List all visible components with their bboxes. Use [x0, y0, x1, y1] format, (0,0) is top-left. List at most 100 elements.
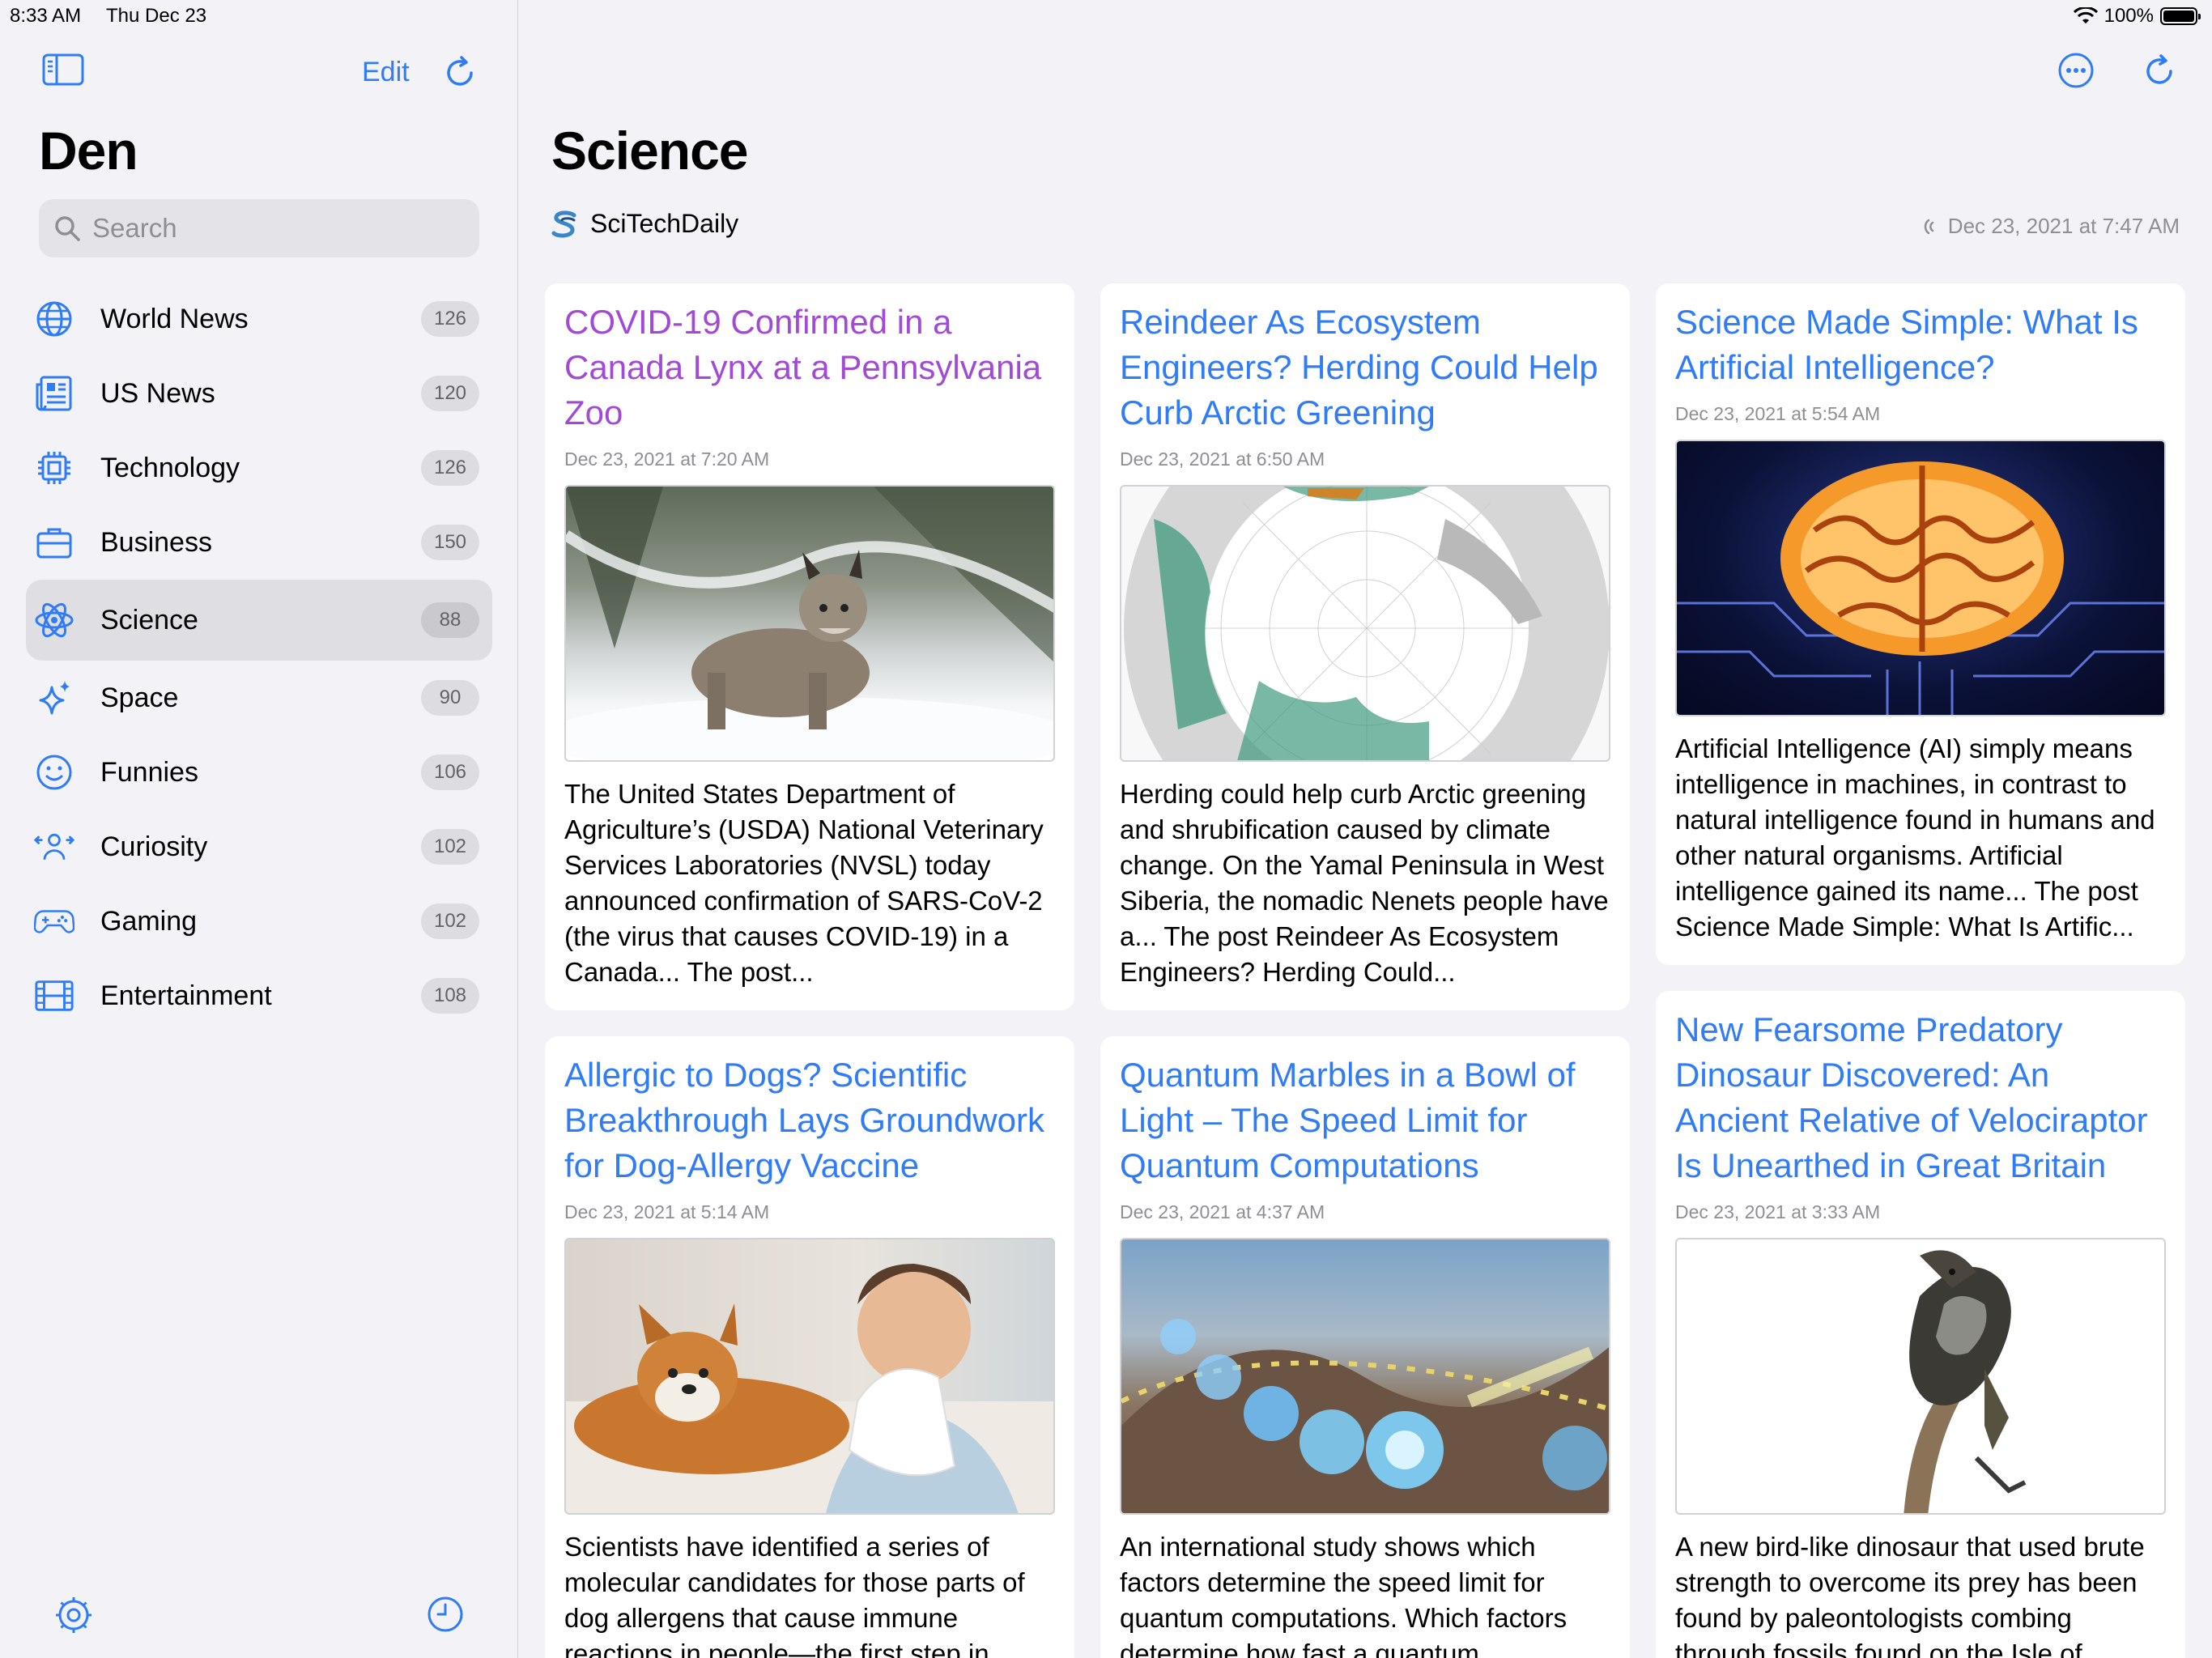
sidebar-item-world-news[interactable]: World News 126: [26, 282, 492, 356]
edit-button[interactable]: Edit: [362, 57, 410, 88]
article-description: Scientists have identified a series of m…: [564, 1532, 1025, 1658]
article-card[interactable]: COVID-19 Confirmed in a Canada Lynx at a…: [545, 283, 1074, 1010]
refresh-icon: [447, 56, 473, 86]
sidebar-nav: World News 126 US News 120 Technology 12…: [26, 282, 492, 1033]
article-image-dinosaur: [1675, 1238, 2166, 1515]
wifi-icon: [2073, 7, 2098, 23]
broadcast-icon: [1924, 219, 1934, 234]
refresh-sidebar-button[interactable]: [442, 53, 478, 96]
article-image-ai-brain: [1675, 440, 2166, 716]
refresh-icon: [2146, 54, 2172, 84]
sidebar-toggle-button[interactable]: [42, 53, 84, 90]
smiley-icon: [34, 752, 74, 793]
battery-icon: [2160, 7, 2201, 25]
article-title[interactable]: Allergic to Dogs? Scientific Breakthroug…: [564, 1052, 1055, 1188]
article-image-quantum-marbles: [1120, 1238, 1610, 1515]
status-time: 8:33 AM: [10, 5, 82, 27]
cpu-icon: [34, 448, 74, 488]
article-card[interactable]: Quantum Marbles in a Bowl of Light – The…: [1100, 1036, 1630, 1658]
search-icon: [55, 216, 80, 241]
article-date: Dec 23, 2021 at 3:33 AM: [1675, 1201, 1881, 1222]
sidebar-item-us-news[interactable]: US News 120: [26, 356, 492, 431]
article-description: The United States Department of Agricult…: [564, 779, 1044, 987]
status-right: 100%: [2073, 5, 2201, 28]
article-date: Dec 23, 2021 at 5:54 AM: [1675, 403, 1881, 424]
sidebar-item-label: Gaming: [100, 905, 198, 937]
gamecontroller-icon: [34, 901, 74, 942]
last-updated-text: Dec 23, 2021 at 7:47 AM: [1947, 214, 2180, 238]
sidebar-item-label: Business: [100, 526, 212, 558]
article-date: Dec 23, 2021 at 5:14 AM: [564, 1201, 770, 1222]
unread-count-badge: 88: [421, 602, 479, 638]
article-column-1: COVID-19 Confirmed in a Canada Lynx at a…: [545, 283, 1074, 1658]
unread-count-badge: 126: [421, 301, 479, 337]
article-title[interactable]: Science Made Simple: What Is Artificial …: [1675, 300, 2166, 390]
article-date: Dec 23, 2021 at 7:20 AM: [564, 449, 770, 470]
article-title[interactable]: COVID-19 Confirmed in a Canada Lynx at a…: [564, 300, 1055, 436]
sidebar-item-gaming[interactable]: Gaming 102: [26, 884, 492, 959]
article-column-3: Science Made Simple: What Is Artificial …: [1656, 283, 2185, 1658]
unread-count-badge: 108: [421, 978, 479, 1014]
article-card[interactable]: Science Made Simple: What Is Artificial …: [1656, 283, 2185, 965]
sidebar-toggle-icon: [42, 53, 84, 86]
article-image-arctic-map: [1120, 485, 1610, 762]
article-description: Herding could help curb Arctic greening …: [1120, 779, 1609, 987]
refresh-button[interactable]: [2142, 52, 2177, 95]
sidebar-title: Den: [39, 121, 138, 181]
article-description: A new bird-like dinosaur that used brute…: [1675, 1532, 2145, 1658]
last-updated: Dec 23, 2021 at 7:47 AM: [1922, 214, 2180, 239]
settings-button[interactable]: [53, 1595, 94, 1639]
feed-source-name: SciTechDaily: [590, 209, 739, 238]
sidebar-item-space[interactable]: Space 90: [26, 661, 492, 735]
article-description: Artificial Intelligence (AI) simply mean…: [1675, 733, 2155, 942]
film-icon: [34, 976, 74, 1016]
sidebar-item-funnies[interactable]: Funnies 106: [26, 735, 492, 810]
unread-count-badge: 102: [421, 903, 479, 939]
clock-icon: [428, 1596, 463, 1632]
person-arrows-icon: [34, 827, 74, 867]
unread-count-badge: 90: [421, 680, 479, 716]
unread-count-badge: 106: [421, 755, 479, 790]
unread-count-badge: 150: [421, 525, 479, 560]
sidebar-item-business[interactable]: Business 150: [26, 505, 492, 580]
article-title[interactable]: Quantum Marbles in a Bowl of Light – The…: [1120, 1052, 1610, 1188]
article-title[interactable]: Reindeer As Ecosystem Engineers? Herding…: [1120, 300, 1610, 436]
history-button[interactable]: [426, 1595, 465, 1638]
sidebar: Edit Den World News 126 US News 120 Tech…: [0, 0, 518, 1658]
article-title[interactable]: New Fearsome Predatory Dinosaur Discover…: [1675, 1007, 2166, 1188]
ellipsis-circle-icon: [2058, 53, 2094, 88]
article-card[interactable]: Allergic to Dogs? Scientific Breakthroug…: [545, 1036, 1074, 1658]
sidebar-item-curiosity[interactable]: Curiosity 102: [26, 810, 492, 884]
more-options-button[interactable]: [2057, 52, 2095, 93]
article-card[interactable]: New Fearsome Predatory Dinosaur Discover…: [1656, 991, 2185, 1658]
sidebar-item-label: Technology: [100, 452, 240, 483]
article-date: Dec 23, 2021 at 6:50 AM: [1120, 449, 1325, 470]
atom-icon: [34, 600, 74, 640]
sidebar-item-label: US News: [100, 377, 215, 409]
unread-count-badge: 120: [421, 376, 479, 411]
battery-percent: 100%: [2104, 5, 2154, 27]
feed-source[interactable]: SciTechDaily: [551, 209, 738, 239]
status-bar: 8:33 AM Thu Dec 23 100%: [0, 0, 2212, 32]
article-date: Dec 23, 2021 at 4:37 AM: [1120, 1201, 1325, 1222]
sidebar-item-science[interactable]: Science 88: [26, 580, 492, 661]
sidebar-item-technology[interactable]: Technology 126: [26, 431, 492, 505]
sidebar-item-label: World News: [100, 303, 249, 334]
article-column-2: Reindeer As Ecosystem Engineers? Herding…: [1100, 283, 1630, 1658]
search-input[interactable]: [92, 213, 465, 244]
status-date: Thu Dec 23: [106, 5, 207, 27]
sidebar-item-entertainment[interactable]: Entertainment 108: [26, 959, 492, 1033]
article-card[interactable]: Reindeer As Ecosystem Engineers? Herding…: [1100, 283, 1630, 1010]
gear-icon: [56, 1597, 91, 1633]
sparkles-icon: [34, 678, 74, 718]
article-image-dog-allergy: [564, 1238, 1055, 1515]
page-title: Science: [551, 121, 748, 181]
sidebar-item-label: Science: [100, 604, 198, 636]
globe-icon: [34, 299, 74, 339]
article-image-lynx: [564, 485, 1055, 762]
briefcase-icon: [34, 522, 74, 563]
main-content: Science SciTechDaily Dec 23, 2021 at 7:4…: [519, 0, 2212, 1658]
search-field[interactable]: [39, 199, 479, 257]
sidebar-item-label: Entertainment: [100, 980, 272, 1011]
scitechdaily-logo-icon: [551, 210, 576, 238]
